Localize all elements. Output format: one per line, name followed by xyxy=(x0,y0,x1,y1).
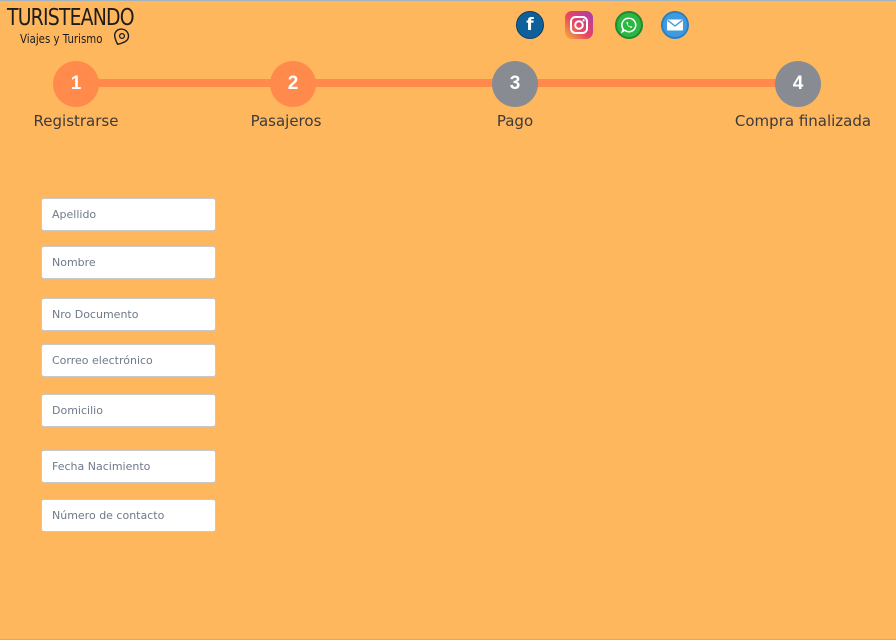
step-4-circle[interactable]: 4 xyxy=(775,61,821,107)
step-2-label: Pasajeros xyxy=(250,112,322,130)
fecha-nacimiento-input[interactable] xyxy=(41,450,216,483)
facebook-letter: f xyxy=(526,14,534,35)
step-1-label: Registrarse xyxy=(33,112,119,130)
facebook-icon[interactable]: f xyxy=(516,11,544,39)
instagram-glyph xyxy=(570,16,588,34)
step-1-circle[interactable]: 1 xyxy=(53,61,99,107)
numero-contacto-input[interactable] xyxy=(41,499,216,532)
documento-input[interactable] xyxy=(41,298,216,331)
step-4-label: Compra finalizada xyxy=(734,112,872,130)
whatsapp-icon[interactable] xyxy=(615,11,643,39)
brand-logo[interactable]: TURISTEANDO Viajes y Turismo xyxy=(7,5,137,49)
step-3-label: Pago xyxy=(496,112,534,130)
map-pin-icon xyxy=(114,28,130,46)
progress-line-pending xyxy=(516,79,798,87)
step-2-circle[interactable]: 2 xyxy=(270,61,316,107)
step-3-circle[interactable]: 3 xyxy=(492,61,538,107)
instagram-icon[interactable] xyxy=(565,11,593,39)
email-icon[interactable] xyxy=(661,11,689,39)
nombre-input[interactable] xyxy=(41,246,216,279)
domicilio-input[interactable] xyxy=(41,394,216,427)
email-input[interactable] xyxy=(41,344,216,377)
logo-subtitle: Viajes y Turismo xyxy=(20,32,103,46)
envelope-glyph xyxy=(667,19,683,31)
apellido-input[interactable] xyxy=(41,198,216,231)
whatsapp-glyph xyxy=(620,17,637,34)
